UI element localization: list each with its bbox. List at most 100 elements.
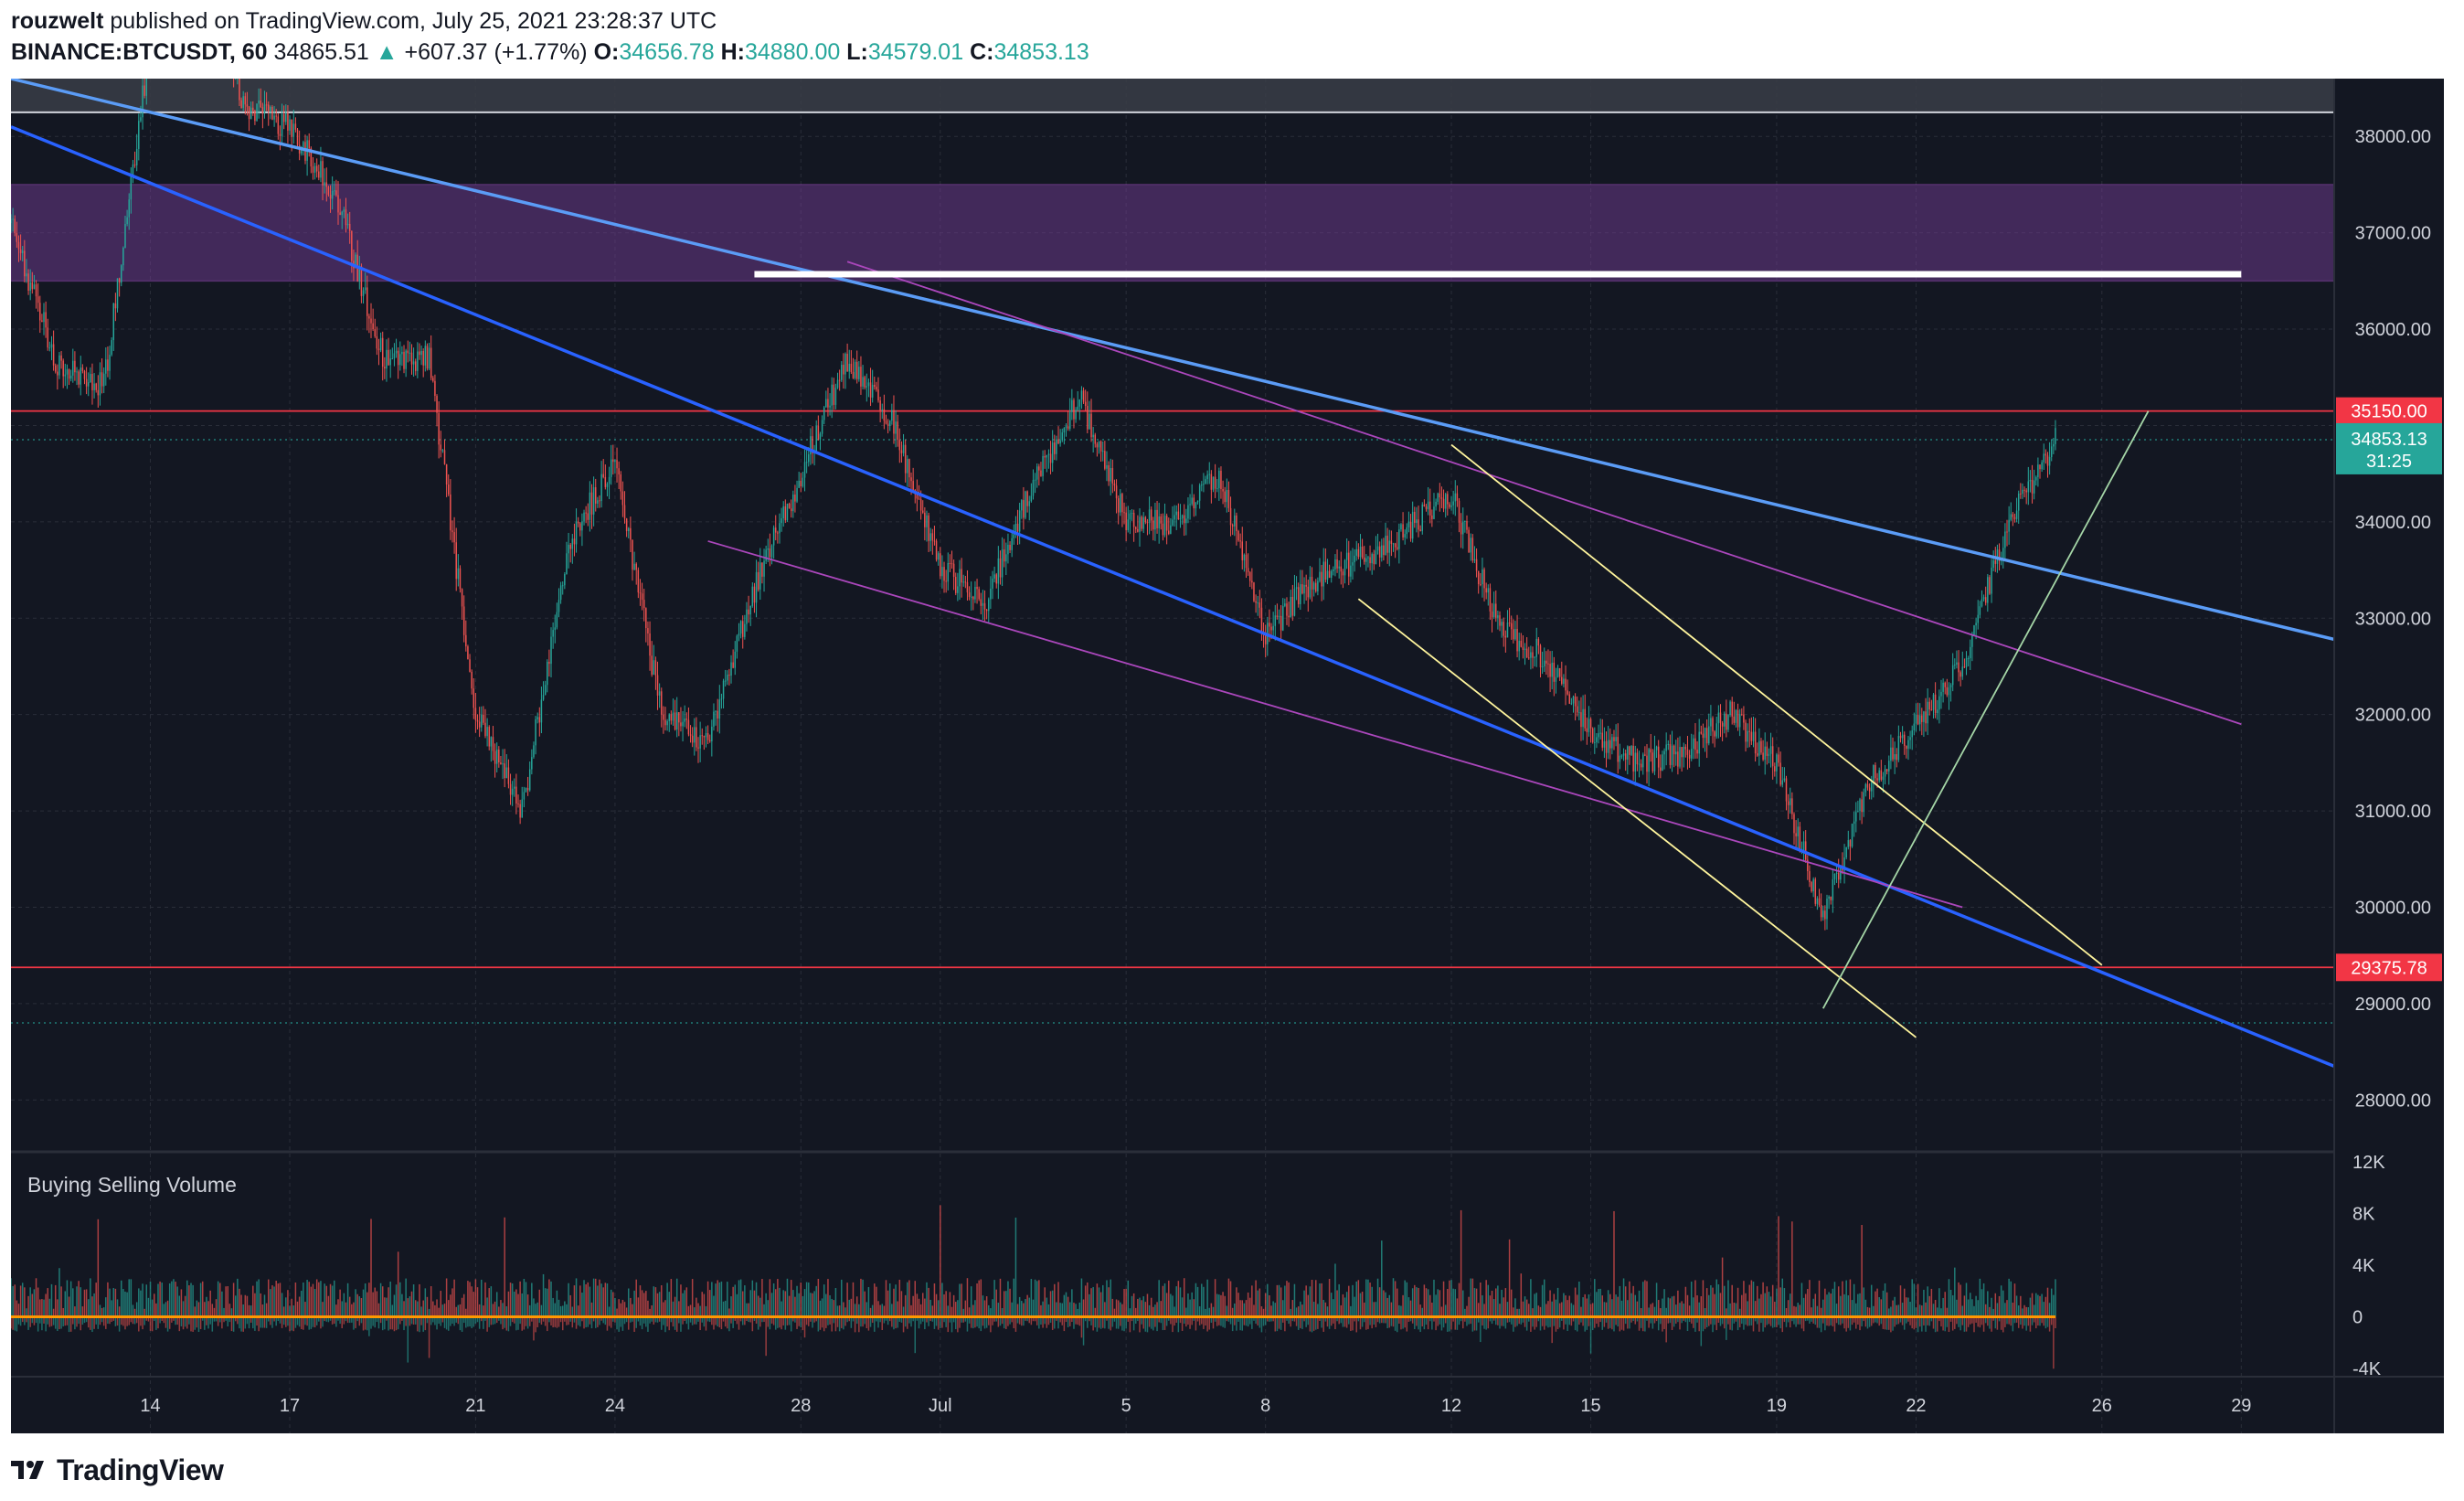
volume-bar-positive <box>1802 1297 1805 1317</box>
volume-bar-positive <box>298 1296 301 1317</box>
volume-bar-negative <box>1758 1316 1760 1332</box>
volume-bar-positive <box>1630 1293 1632 1317</box>
volume-bar-negative <box>1915 1316 1917 1328</box>
candle-body <box>1632 745 1634 772</box>
volume-bar-negative <box>80 1316 82 1331</box>
candle-body <box>1439 493 1441 498</box>
candle-body <box>974 586 976 600</box>
volume-bar-negative <box>1317 1316 1319 1329</box>
volume-bar-positive <box>1958 1282 1960 1317</box>
candle-body <box>81 367 84 371</box>
volume-bar-positive <box>1334 1263 1336 1317</box>
candle-body <box>24 250 26 277</box>
volume-bar-positive <box>554 1303 556 1317</box>
volume-bar-negative <box>320 1316 322 1329</box>
volume-bar-positive <box>72 1288 74 1317</box>
volume-bar-positive <box>1814 1293 1817 1317</box>
volume-bar-negative <box>1558 1316 1561 1328</box>
candle-body <box>945 580 947 582</box>
candle-body <box>720 698 723 700</box>
candle-body <box>803 462 806 478</box>
candle-body <box>1061 432 1063 441</box>
volume-bar-positive <box>1622 1278 1625 1317</box>
author-name[interactable]: rouzwelt <box>11 8 103 34</box>
candle-body <box>1392 543 1395 545</box>
volume-bar-positive <box>1170 1293 1172 1317</box>
volume-bar-negative <box>114 1316 117 1326</box>
volume-bar-negative <box>1584 1316 1586 1332</box>
volume-bar-negative <box>1673 1316 1675 1327</box>
candle-body <box>1177 511 1180 520</box>
volume-bar-negative <box>1454 1316 1457 1330</box>
volume-bar-positive <box>322 1302 324 1317</box>
volume-bar-negative <box>910 1316 912 1327</box>
volume-bar-negative <box>478 1316 481 1329</box>
volume-bar-negative <box>941 1316 943 1328</box>
volume-bar-positive <box>796 1285 798 1317</box>
tradingview-logo-text[interactable]: TradingView <box>57 1453 224 1487</box>
volume-bar-positive <box>1458 1283 1460 1317</box>
candle-body <box>1940 691 1942 697</box>
low-value: 34579.01 <box>867 39 964 65</box>
volume-bar-positive <box>1522 1301 1524 1317</box>
candle-body <box>1655 746 1658 750</box>
candle-body <box>242 96 244 109</box>
candle-body <box>138 121 140 149</box>
volume-bar-positive <box>2006 1300 2008 1317</box>
tradingview-logo-icon[interactable] <box>11 1459 51 1481</box>
volume-bar-positive <box>294 1282 297 1317</box>
volume-bar-negative <box>1297 1316 1300 1330</box>
volume-bar-negative <box>1142 1316 1144 1329</box>
volume-bar-negative <box>1423 1316 1426 1330</box>
candle-body <box>1660 767 1662 772</box>
candle-body <box>1084 401 1087 407</box>
volume-bar-positive <box>929 1299 931 1317</box>
volume-bar-negative <box>895 1316 897 1329</box>
candle-body <box>1918 715 1921 725</box>
volume-bar-positive <box>250 1305 252 1317</box>
candle-body <box>1394 543 1397 548</box>
candle-body <box>419 351 420 356</box>
candle-body <box>1694 738 1696 750</box>
volume-bar-positive <box>810 1293 812 1317</box>
candle-body <box>488 727 490 747</box>
volume-bar-positive <box>772 1283 775 1317</box>
volume-bar-negative <box>1556 1316 1559 1329</box>
volume-bar-positive <box>379 1283 382 1317</box>
volume-bar-positive <box>1437 1289 1439 1317</box>
volume-bar-negative <box>1603 1316 1606 1327</box>
candle-body <box>1278 615 1280 618</box>
volume-bar-positive <box>443 1304 446 1317</box>
volume-bar-positive <box>1477 1303 1480 1317</box>
candle-body <box>623 505 626 519</box>
candle-body <box>1492 603 1495 618</box>
chart-svg[interactable]: 38000.0037000.0036000.0035000.0034000.00… <box>11 79 2444 1433</box>
candle-body <box>1132 513 1135 527</box>
volume-bar-positive <box>54 1284 57 1317</box>
volume-bar-positive <box>219 1283 221 1317</box>
volume-bar-negative <box>1195 1316 1197 1331</box>
chart-frame[interactable]: 38000.0037000.0036000.0035000.0034000.00… <box>11 79 2444 1433</box>
volume-bar-positive <box>391 1304 394 1317</box>
candle-body <box>1291 596 1294 616</box>
volume-bar-positive <box>301 1290 303 1317</box>
candle-body <box>968 592 971 597</box>
volume-bar-positive <box>1495 1288 1497 1317</box>
candle-body <box>1001 549 1004 578</box>
volume-bar-positive <box>1671 1296 1673 1317</box>
volume-bar-negative <box>594 1316 597 1328</box>
volume-bar-positive <box>1876 1288 1878 1317</box>
candle-body <box>618 468 620 474</box>
symbol-label[interactable]: BINANCE:BTCUSDT, 60 <box>11 39 268 65</box>
volume-bar-negative <box>1321 1316 1322 1328</box>
volume-bar-negative <box>751 1316 754 1332</box>
volume-bar-negative <box>972 1316 974 1329</box>
volume-bar-positive <box>1082 1299 1085 1317</box>
volume-bar-negative <box>732 1316 734 1328</box>
volume-bar-positive <box>1506 1302 1509 1317</box>
volume-bar-positive <box>1733 1302 1736 1317</box>
candle-body <box>393 353 396 359</box>
volume-bar-positive <box>1125 1288 1127 1317</box>
candle-body <box>666 720 668 726</box>
candle-body <box>35 284 37 297</box>
